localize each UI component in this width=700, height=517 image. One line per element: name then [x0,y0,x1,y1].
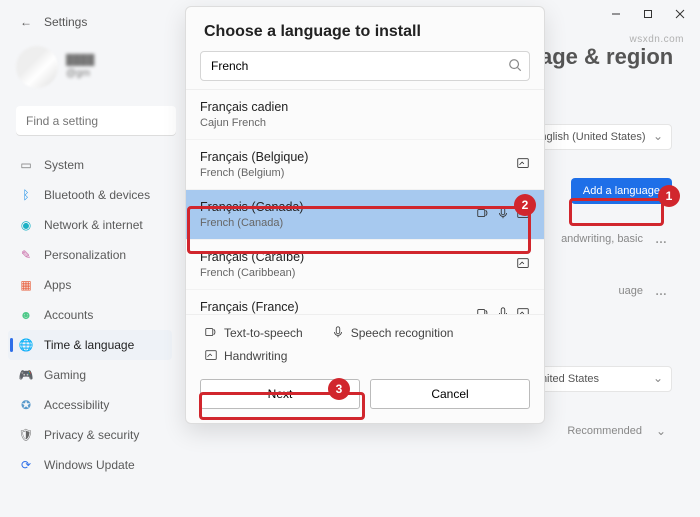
dialog-title: Choose a language to install [186,7,544,51]
globe-clock-icon: 🌐 [18,337,34,353]
language-option[interactable]: Français (Canada) French (Canada) [186,190,544,240]
bluetooth-icon: ᛒ [18,187,34,203]
avatar [16,46,58,88]
tts-icon [476,306,490,315]
language-primary: Français (Caraïbe) [200,250,304,264]
language-secondary: French (Belgium) [200,167,308,179]
sidebar-item-gaming[interactable]: 🎮Gaming [8,360,172,390]
settings-label: Settings [44,15,87,29]
language-primary: Français cadien [200,100,288,114]
sidebar-item-update[interactable]: ⟳Windows Update [8,450,172,480]
recommended-text: Recommended [567,425,642,437]
sidebar-item-time-language[interactable]: 🌐Time & language [8,330,172,360]
search-input[interactable] [16,106,176,136]
sidebar-item-bluetooth[interactable]: ᛒBluetooth & devices [8,180,172,210]
more-icon[interactable]: … [651,284,672,298]
language-secondary: Cajun French [200,117,288,129]
more-icon[interactable]: … [651,232,672,246]
sidebar: ← Settings ████@gm ▭System ᛒBluetooth & … [0,0,180,517]
install-language-dialog: Choose a language to install Français ca… [185,6,545,424]
close-button[interactable] [664,2,696,26]
wifi-icon: ◉ [18,217,34,233]
add-language-button[interactable]: Add a language [571,178,672,204]
system-icon: ▭ [18,157,34,173]
feature-row-2: Handwriting [186,344,544,373]
back-row[interactable]: ← Settings [8,8,172,36]
language-option[interactable]: Français (Caraïbe) French (Caribbean) [186,240,544,290]
mic-icon [496,206,510,223]
maximize-button[interactable] [632,2,664,26]
speech-feature: Speech recognition [331,325,454,340]
language-option[interactable]: Français (Belgique) French (Belgium) [186,140,544,190]
minimize-button[interactable] [600,2,632,26]
account-header[interactable]: ████@gm [8,36,172,98]
dialog-buttons: Next Cancel [186,373,544,423]
sidebar-item-apps[interactable]: ▦Apps [8,270,172,300]
brush-icon: ✎ [18,247,34,263]
handwriting-feature: Handwriting [204,348,287,363]
apps-icon: ▦ [18,277,34,293]
handwriting-icon [516,306,530,315]
language-search-input[interactable] [200,51,530,81]
mic-icon [496,306,510,315]
account-text: ████@gm [66,54,94,80]
tts-icon [476,206,490,223]
back-arrow-icon: ← [18,14,34,30]
language-list[interactable]: Français cadien Cajun French Français (Bel… [186,89,544,315]
tts-feature: Text-to-speech [204,325,303,340]
next-button[interactable]: Next [200,379,360,409]
language-option[interactable]: Français cadien Cajun French [186,90,544,140]
sidebar-item-network[interactable]: ◉Network & internet [8,210,172,240]
sidebar-item-privacy[interactable]: 🛡Privacy & security [8,420,172,450]
handwriting-icon [516,206,530,223]
language-secondary: French (Caribbean) [200,267,304,279]
accessibility-icon: ✪ [18,397,34,413]
feature-row: Text-to-speech Speech recognition [186,315,544,344]
sidebar-item-accounts[interactable]: ☻Accounts [8,300,172,330]
person-icon: ☻ [18,307,34,323]
language-secondary: French (Canada) [200,217,304,229]
language-primary: Français (France) [200,300,299,314]
sidebar-item-system[interactable]: ▭System [8,150,172,180]
handwriting-icon [516,156,530,173]
update-icon: ⟳ [18,457,34,473]
chevron-down-icon[interactable]: ⌄ [650,424,672,438]
language-primary: Français (Belgique) [200,150,308,164]
shield-icon: 🛡 [18,427,34,443]
gamepad-icon: 🎮 [18,367,34,383]
nav-list: ▭System ᛒBluetooth & devices ◉Network & … [8,150,172,480]
language-features-text: andwriting, basic [561,233,643,245]
handwriting-icon [516,256,530,273]
search-icon [508,58,522,75]
watermark: wsxdn.com [629,34,684,45]
sidebar-item-personalization[interactable]: ✎Personalization [8,240,172,270]
language-primary: Français (Canada) [200,200,304,214]
page-title: age & region [540,44,676,70]
language-option[interactable]: Français (France)French (France) [186,290,544,315]
cancel-button[interactable]: Cancel [370,379,530,409]
typing-text: uage [619,285,643,297]
sidebar-item-accessibility[interactable]: ✪Accessibility [8,390,172,420]
